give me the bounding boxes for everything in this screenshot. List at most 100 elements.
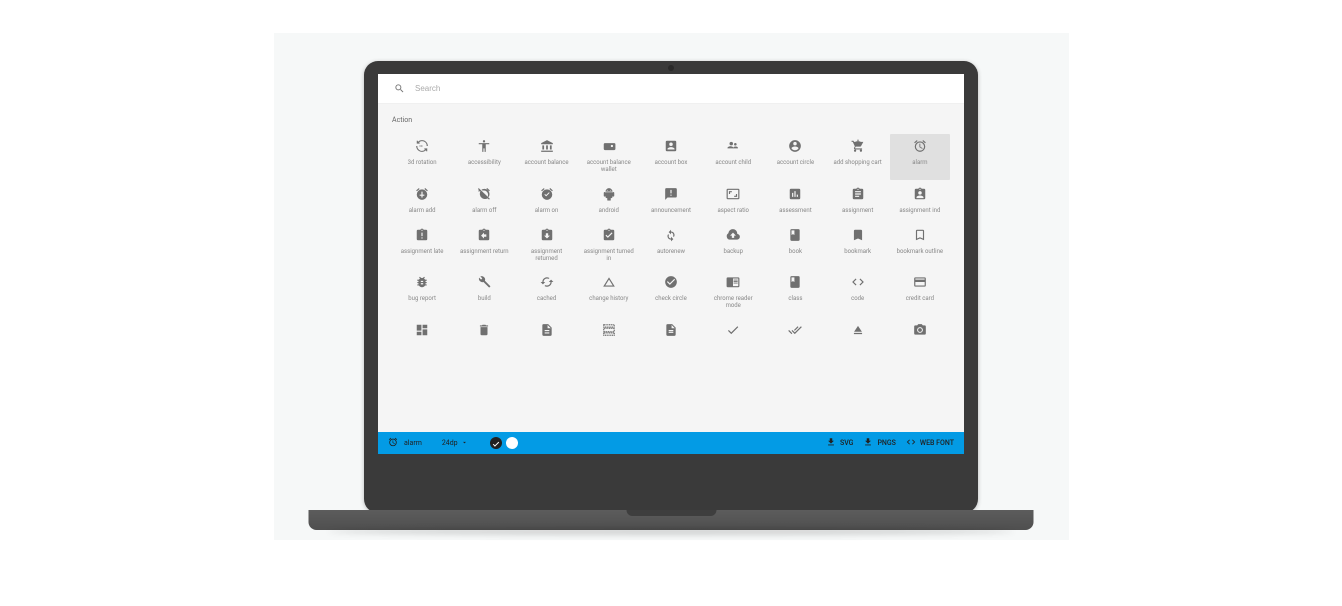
- icon-label: account box: [655, 160, 688, 167]
- code-icon: [906, 437, 916, 449]
- assignment-turned-in-icon: [601, 227, 617, 243]
- icon-cell-account-child[interactable]: account child: [703, 134, 763, 180]
- icon-cell-account-balance-wallet[interactable]: account balance wallet: [579, 134, 639, 180]
- icon-cell-alarm-add[interactable]: alarm add: [392, 182, 452, 221]
- size-value: 24dp: [442, 439, 458, 447]
- icon-cell-alarm-on[interactable]: alarm on: [516, 182, 576, 221]
- svg-text:3D: 3D: [419, 144, 423, 148]
- android-icon: [601, 186, 617, 202]
- icon-cell-assignment-turned-in[interactable]: assignment turned in: [579, 223, 639, 269]
- icon-cell-account-circle[interactable]: account circle: [765, 134, 825, 180]
- color-swatch-dark[interactable]: [490, 437, 502, 449]
- icon-label: assignment late: [401, 249, 444, 256]
- icon-label: change history: [589, 296, 628, 303]
- icon-cell-done[interactable]: [703, 318, 763, 350]
- icon-cell-bookmark[interactable]: bookmark: [828, 223, 888, 269]
- icon-cell-assignment[interactable]: assignment: [828, 182, 888, 221]
- icon-cell-account-balance[interactable]: account balance: [516, 134, 576, 180]
- icon-cell-done-all[interactable]: [765, 318, 825, 350]
- icon-cell-assignment-late[interactable]: assignment late: [392, 223, 452, 269]
- account-balance-wallet-icon: [601, 138, 617, 154]
- icon-cell-book[interactable]: book: [765, 223, 825, 269]
- icon-cell-document[interactable]: [641, 318, 701, 350]
- build-icon: [476, 274, 492, 290]
- credit-card-icon: [912, 274, 928, 290]
- icon-cell-3d-rotation[interactable]: 3D 3d rotation: [392, 134, 452, 180]
- download-png-button[interactable]: PNGS: [863, 437, 895, 449]
- icon-cell-alarm-off[interactable]: alarm off: [454, 182, 514, 221]
- chrome-reader-mode-icon: [725, 274, 741, 290]
- icon-label: backup: [723, 249, 743, 256]
- icon-cell-dns[interactable]: [579, 318, 639, 350]
- account-balance-icon: [539, 138, 555, 154]
- icon-label: bug report: [408, 296, 436, 303]
- icon-label: android: [599, 208, 619, 215]
- icon-cell-bug-report[interactable]: bug report: [392, 270, 452, 316]
- icon-cell-change-history[interactable]: change history: [579, 270, 639, 316]
- icon-cell-accessibility[interactable]: accessibility: [454, 134, 514, 180]
- icon-cell-android[interactable]: android: [579, 182, 639, 221]
- icon-label: assignment turned in: [584, 249, 634, 263]
- icon-cell-assessment[interactable]: assessment: [765, 182, 825, 221]
- dashboard-icon: [414, 322, 430, 338]
- icon-label: assignment: [842, 208, 873, 215]
- icon-label: 3d rotation: [408, 160, 437, 167]
- download-webfont-button[interactable]: WEB FONT: [906, 437, 954, 449]
- icon-cell-announcement[interactable]: announcement: [641, 182, 701, 221]
- icon-cell-eject[interactable]: [828, 318, 888, 350]
- icon-cell-code[interactable]: code: [828, 270, 888, 316]
- assignment-ind-icon: [912, 186, 928, 202]
- icon-cell-autorenew[interactable]: autorenew: [641, 223, 701, 269]
- icon-cell-add-shopping-cart[interactable]: add shopping cart: [828, 134, 888, 180]
- color-swatch-light[interactable]: [506, 437, 518, 449]
- check-circle-icon: [663, 274, 679, 290]
- size-dropdown[interactable]: 24dp: [442, 439, 468, 448]
- delete-icon: [476, 322, 492, 338]
- icon-cell-aspect-ratio[interactable]: aspect ratio: [703, 182, 763, 221]
- icon-label: check circle: [655, 296, 687, 303]
- icon-label: credit card: [906, 296, 934, 303]
- icon-cell-delete[interactable]: [454, 318, 514, 350]
- cached-icon: [539, 274, 555, 290]
- icon-label: book: [789, 249, 802, 256]
- icon-label: build: [478, 296, 491, 303]
- icon-cell-assignment-returned[interactable]: assignment returned: [516, 223, 576, 269]
- icon-label: code: [851, 296, 864, 303]
- icon-cell-dashboard[interactable]: [392, 318, 452, 350]
- icon-label: cached: [537, 296, 556, 303]
- account-child-icon: [725, 138, 741, 154]
- bug-report-icon: [414, 274, 430, 290]
- button-label: PNGS: [877, 439, 895, 447]
- search-bar: [378, 74, 964, 104]
- icon-label: assessment: [779, 208, 812, 215]
- icon-cell-account-box[interactable]: account box: [641, 134, 701, 180]
- icon-cell-class[interactable]: class: [765, 270, 825, 316]
- icon-cell-alarm[interactable]: alarm: [890, 134, 950, 180]
- backup-icon: [725, 227, 741, 243]
- icon-cell-chrome-reader-mode[interactable]: chrome reader mode: [703, 270, 763, 316]
- icon-cell-build[interactable]: build: [454, 270, 514, 316]
- download-icon: [863, 437, 873, 449]
- icon-label: alarm add: [409, 208, 436, 215]
- icon-cell-cached[interactable]: cached: [516, 270, 576, 316]
- dns-icon: [601, 322, 617, 338]
- icon-cell-description[interactable]: [516, 318, 576, 350]
- download-svg-button[interactable]: SVG: [826, 437, 853, 449]
- icon-label: assignment ind: [899, 208, 940, 215]
- icon-cell-camera[interactable]: [890, 318, 950, 350]
- account-circle-icon: [787, 138, 803, 154]
- icon-cell-assignment-return[interactable]: assignment return: [454, 223, 514, 269]
- laptop-base: [309, 510, 1034, 530]
- icon-cell-bookmark-outline[interactable]: bookmark outline: [890, 223, 950, 269]
- icon-cell-check-circle[interactable]: check circle: [641, 270, 701, 316]
- icon-cell-credit-card[interactable]: credit card: [890, 270, 950, 316]
- icon-label: announcement: [651, 208, 691, 215]
- icon-cell-backup[interactable]: backup: [703, 223, 763, 269]
- icon-cell-assignment-ind[interactable]: assignment ind: [890, 182, 950, 221]
- category-label: Action: [392, 116, 950, 124]
- assignment-returned-icon: [539, 227, 555, 243]
- icon-label: assignment returned: [522, 249, 572, 263]
- search-input[interactable]: [415, 84, 948, 93]
- icon-label: account child: [715, 160, 751, 167]
- add-shopping-cart-icon: [850, 138, 866, 154]
